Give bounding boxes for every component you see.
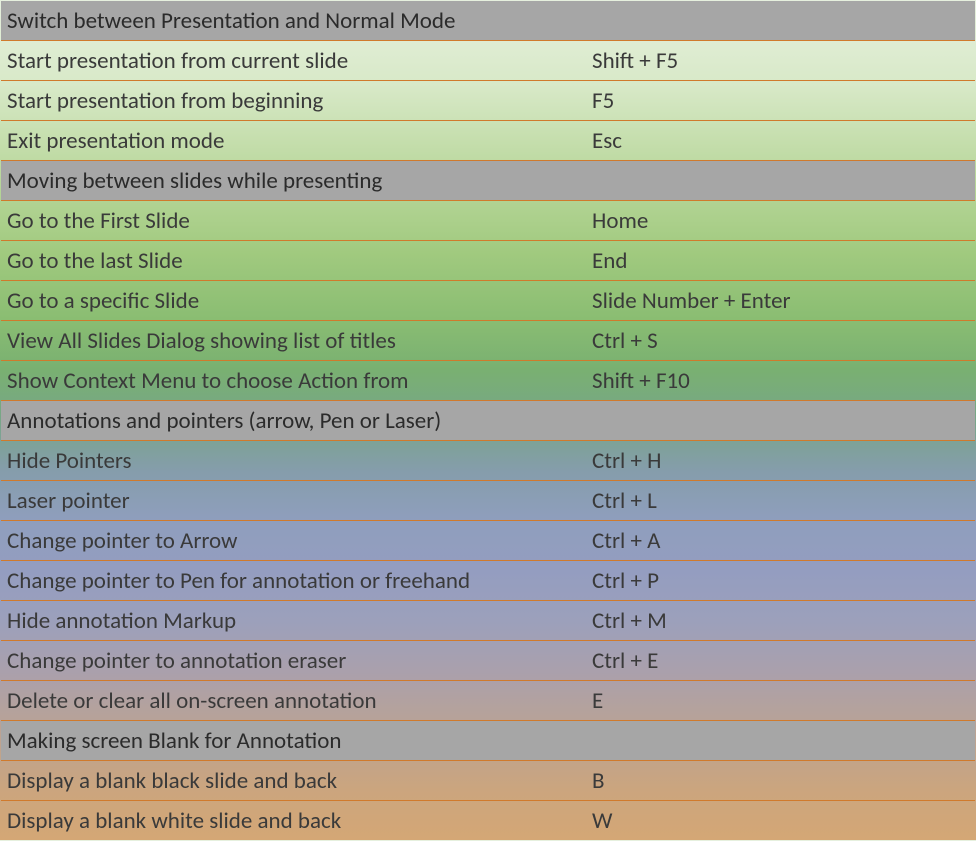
action-cell: Exit presentation mode	[7, 127, 592, 155]
table-row: Go to the last SlideEnd	[1, 241, 975, 281]
action-cell: Change pointer to Pen for annotation or …	[7, 567, 592, 595]
action-cell: Start presentation from beginning	[7, 87, 592, 115]
key-cell: Ctrl + L	[592, 487, 975, 515]
section-title: Making screen Blank for Annotation	[7, 727, 592, 755]
key-cell: Shift + F5	[592, 47, 975, 75]
key-cell: Ctrl + E	[592, 647, 975, 675]
table-row: Display a blank white slide and backW	[1, 801, 975, 841]
action-cell: Go to the First Slide	[7, 207, 592, 235]
table-row: Exit presentation modeEsc	[1, 121, 975, 161]
key-cell: F5	[592, 87, 975, 115]
action-cell: Display a blank white slide and back	[7, 807, 592, 835]
section-header: Annotations and pointers (arrow, Pen or …	[1, 401, 975, 441]
section-header: Making screen Blank for Annotation	[1, 721, 975, 761]
key-cell: Ctrl + M	[592, 607, 975, 635]
table-row: View All Slides Dialog showing list of t…	[1, 321, 975, 361]
key-cell: E	[592, 687, 975, 715]
action-cell: Change pointer to Arrow	[7, 527, 592, 555]
action-cell: Go to a specific Slide	[7, 287, 592, 315]
key-cell: Ctrl + H	[592, 447, 975, 475]
key-cell: Home	[592, 207, 975, 235]
key-cell: Slide Number + Enter	[592, 287, 975, 315]
shortcut-table: Switch between Presentation and Normal M…	[1, 1, 975, 841]
action-cell: Change pointer to annotation eraser	[7, 647, 592, 675]
table-row: Change pointer to ArrowCtrl + A	[1, 521, 975, 561]
table-row: Delete or clear all on-screen annotation…	[1, 681, 975, 721]
key-cell: Ctrl + S	[592, 327, 975, 355]
section-title: Moving between slides while presenting	[7, 167, 592, 195]
key-cell: Shift + F10	[592, 367, 975, 395]
action-cell: Delete or clear all on-screen annotation	[7, 687, 592, 715]
action-cell: Show Context Menu to choose Action from	[7, 367, 592, 395]
section-header: Moving between slides while presenting	[1, 161, 975, 201]
action-cell: Go to the last Slide	[7, 247, 592, 275]
table-row: Change pointer to Pen for annotation or …	[1, 561, 975, 601]
action-cell: Hide annotation Markup	[7, 607, 592, 635]
table-row: Start presentation from beginningF5	[1, 81, 975, 121]
table-row: Display a blank black slide and backB	[1, 761, 975, 801]
action-cell: Display a blank black slide and back	[7, 767, 592, 795]
key-cell: End	[592, 247, 975, 275]
table-row: Hide PointersCtrl + H	[1, 441, 975, 481]
key-cell: Ctrl + A	[592, 527, 975, 555]
section-title: Annotations and pointers (arrow, Pen or …	[7, 407, 592, 435]
table-row: Hide annotation MarkupCtrl + M	[1, 601, 975, 641]
table-row: Laser pointerCtrl + L	[1, 481, 975, 521]
table-row: Go to the First SlideHome	[1, 201, 975, 241]
table-row: Change pointer to annotation eraserCtrl …	[1, 641, 975, 681]
action-cell: Start presentation from current slide	[7, 47, 592, 75]
table-row: Start presentation from current slideShi…	[1, 41, 975, 81]
section-header: Switch between Presentation and Normal M…	[1, 1, 975, 41]
table-row: Show Context Menu to choose Action fromS…	[1, 361, 975, 401]
action-cell: View All Slides Dialog showing list of t…	[7, 327, 592, 355]
action-cell: Hide Pointers	[7, 447, 592, 475]
section-title: Switch between Presentation and Normal M…	[7, 7, 592, 35]
key-cell: W	[592, 807, 975, 835]
key-cell: B	[592, 767, 975, 795]
key-cell: Ctrl + P	[592, 567, 975, 595]
action-cell: Laser pointer	[7, 487, 592, 515]
table-row: Go to a specific SlideSlide Number + Ent…	[1, 281, 975, 321]
key-cell: Esc	[592, 127, 975, 155]
